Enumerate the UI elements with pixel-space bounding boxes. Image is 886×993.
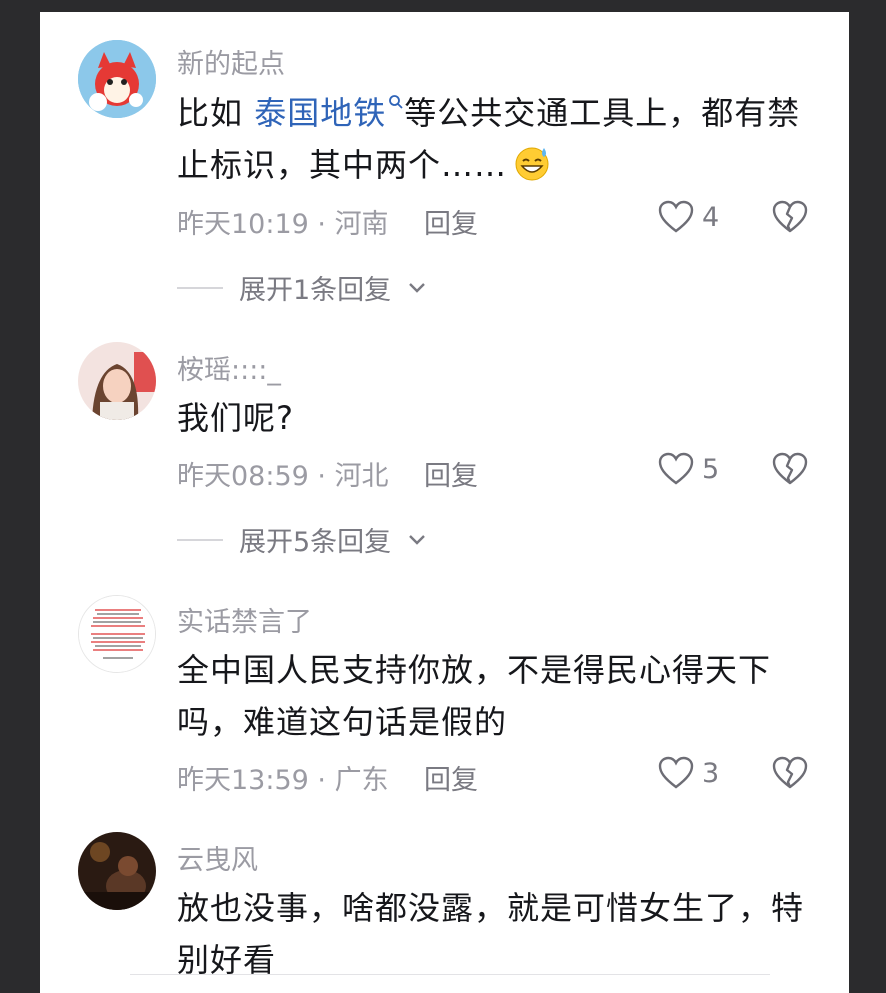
like-button[interactable]: 3 [658, 756, 719, 790]
username[interactable]: 桉瑶::::_ [177, 348, 281, 387]
reply-button[interactable]: 回复 [424, 758, 478, 797]
expand-label: 展开1条回复 [239, 275, 392, 306]
divider-dash [177, 538, 223, 541]
comment-text: 比如 泰国地铁 等公共交通工具上，都有禁止标识，其中两个…… [177, 87, 827, 191]
username[interactable]: 新的起点 [177, 42, 285, 81]
like-count: 5 [702, 453, 720, 485]
avatar[interactable] [78, 595, 156, 673]
avatar[interactable] [78, 832, 156, 910]
reply-button[interactable]: 回复 [424, 454, 478, 493]
comment-text-prefix: 比如 [177, 94, 255, 132]
like-count: 4 [702, 201, 720, 233]
dislike-button[interactable] [772, 200, 808, 238]
heart-icon [658, 452, 694, 485]
timestamp: 昨天08:59 [177, 461, 309, 492]
meta-separator: · [308, 209, 335, 240]
comment-meta: 昨天10:19 · 河南 [177, 202, 389, 241]
comment-text: 全中国人民支持你放，不是得民心得天下吗，难道这句话是假的 [177, 651, 772, 741]
comment-meta: 昨天13:59 · 广东 [177, 758, 389, 797]
timestamp: 昨天10:19 [177, 209, 309, 240]
avatar[interactable] [78, 342, 156, 420]
location: 河北 [334, 461, 389, 492]
bottom-divider [130, 974, 770, 987]
dislike-button[interactable] [772, 452, 808, 490]
divider-dash [177, 286, 223, 289]
search-link-label: 泰国地铁 [254, 94, 387, 132]
location: 河南 [334, 209, 389, 240]
expand-replies-button[interactable]: 展开5条回复 [177, 520, 427, 559]
reply-button[interactable]: 回复 [424, 202, 478, 241]
expand-label: 展开5条回复 [239, 527, 392, 558]
avatar[interactable] [78, 40, 156, 118]
heart-icon [658, 200, 694, 233]
like-count: 3 [702, 757, 720, 789]
meta-separator: · [308, 461, 335, 492]
timestamp: 昨天13:59 [177, 765, 309, 796]
chevron-down-icon [409, 534, 426, 545]
username[interactable]: 实话禁言了 [177, 600, 312, 639]
expand-replies-button[interactable]: 展开1条回复 [177, 268, 427, 307]
broken-heart-icon [772, 756, 808, 789]
comment-text: 我们呢? [177, 399, 294, 437]
like-button[interactable]: 5 [658, 452, 719, 486]
heart-icon [658, 756, 694, 789]
chevron-down-icon [409, 282, 426, 293]
location: 广东 [334, 765, 389, 796]
meta-separator: · [308, 765, 335, 796]
search-link[interactable]: 泰国地铁 [254, 94, 404, 132]
broken-heart-icon [772, 200, 808, 233]
dislike-button[interactable] [772, 756, 808, 794]
sweat-smile-emoji-icon [513, 144, 551, 182]
comment-text: 放也没事，啥都没露，就是可惜女生了，特别好看 [177, 889, 805, 979]
search-icon [389, 95, 403, 109]
broken-heart-icon [772, 452, 808, 485]
comment-meta: 昨天08:59 · 河北 [177, 454, 389, 493]
username[interactable]: 云曳风 [177, 838, 258, 877]
like-button[interactable]: 4 [658, 200, 719, 234]
comment-panel: 新的起点 比如 泰国地铁 等公共交通工具上，都有禁止标识，其中两个…… 昨天10:… [40, 12, 849, 993]
